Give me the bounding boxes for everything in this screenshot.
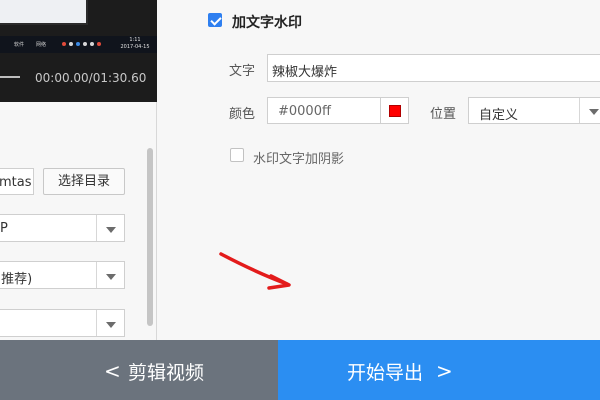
format-select-value: P <box>0 221 8 236</box>
position-select[interactable]: 自定义 <box>468 97 600 124</box>
network-icon <box>90 42 94 46</box>
quality-dropdown-button[interactable] <box>96 262 124 288</box>
watermark-enable-checkbox[interactable] <box>208 13 222 27</box>
clock-date: 2017-04-15 <box>120 44 150 50</box>
chevron-left-icon: < <box>104 359 121 383</box>
speaker-icon <box>83 42 87 46</box>
edit-video-button[interactable]: < 剪辑视频 <box>0 340 278 400</box>
output-path-field[interactable]: mtas <box>0 168 34 195</box>
start-export-label: 开始导出 <box>347 362 424 384</box>
watermark-enable-label: 加文字水印 <box>232 15 302 31</box>
start-export-button[interactable]: 开始导出 > <box>278 340 600 400</box>
chevron-down-icon <box>589 109 599 115</box>
chevron-right-icon: > <box>436 359 453 383</box>
output-path-value: mtas <box>0 175 32 190</box>
third-select[interactable] <box>0 309 125 337</box>
color-label: 颜色 <box>229 107 256 122</box>
quality-select-value: (推荐) <box>0 272 33 287</box>
preview-screen-thumbnail <box>0 0 88 25</box>
position-dropdown-button[interactable] <box>579 98 600 123</box>
video-preview[interactable]: 软件 网络 1:11 2017-04-15 00:00.00/01:30.60 <box>0 0 157 102</box>
taskbar-item: 网络 <box>36 42 47 48</box>
quality-select[interactable]: (推荐) <box>0 261 125 289</box>
clock-time: 1:11 <box>129 37 141 43</box>
chevron-down-icon <box>106 227 116 233</box>
playback-progress-bar[interactable] <box>0 76 20 78</box>
watermark-text-input[interactable]: 辣椒大爆炸 <box>267 54 600 82</box>
edit-video-label: 剪辑视频 <box>128 362 205 384</box>
red-arrow-annotation <box>219 252 291 290</box>
tray-icon <box>76 42 80 46</box>
chevron-down-icon <box>106 274 116 280</box>
playback-timecode: 00:00.00/01:30.60 <box>35 71 147 85</box>
preview-taskbar: 软件 网络 1:11 2017-04-15 <box>0 36 157 53</box>
shadow-checkbox[interactable] <box>230 148 244 162</box>
text-label: 文字 <box>229 64 256 79</box>
footer-bar: < 剪辑视频 开始导出 > <box>0 340 600 400</box>
third-dropdown-button[interactable] <box>96 310 124 336</box>
position-select-value: 自定义 <box>479 108 519 123</box>
select-directory-button[interactable]: 选择目录 <box>43 168 125 195</box>
chevron-down-icon <box>106 322 116 328</box>
settings-scrollbar[interactable] <box>147 148 153 326</box>
color-hex-input[interactable]: #0000ff <box>267 97 381 124</box>
taskbar-clock: 1:11 2017-04-15 <box>118 37 152 51</box>
format-select[interactable]: P <box>0 214 125 242</box>
tray-icon <box>62 42 66 46</box>
export-settings-panel: 软件 网络 1:11 2017-04-15 00:00.00/01:30.60 … <box>0 0 157 340</box>
format-dropdown-button[interactable] <box>96 215 124 241</box>
color-picker-button[interactable] <box>380 97 409 124</box>
tray-icon <box>69 42 73 46</box>
taskbar-item: 软件 <box>14 42 25 48</box>
shadow-label: 水印文字加阴影 <box>253 152 345 167</box>
tray-icon <box>97 42 101 46</box>
watermark-text-value: 辣椒大爆炸 <box>272 65 338 80</box>
color-hex-value: #0000ff <box>278 104 331 119</box>
export-window: 软件 网络 1:11 2017-04-15 00:00.00/01:30.60 … <box>0 0 600 400</box>
position-label: 位置 <box>430 107 457 122</box>
color-swatch <box>389 105 401 117</box>
